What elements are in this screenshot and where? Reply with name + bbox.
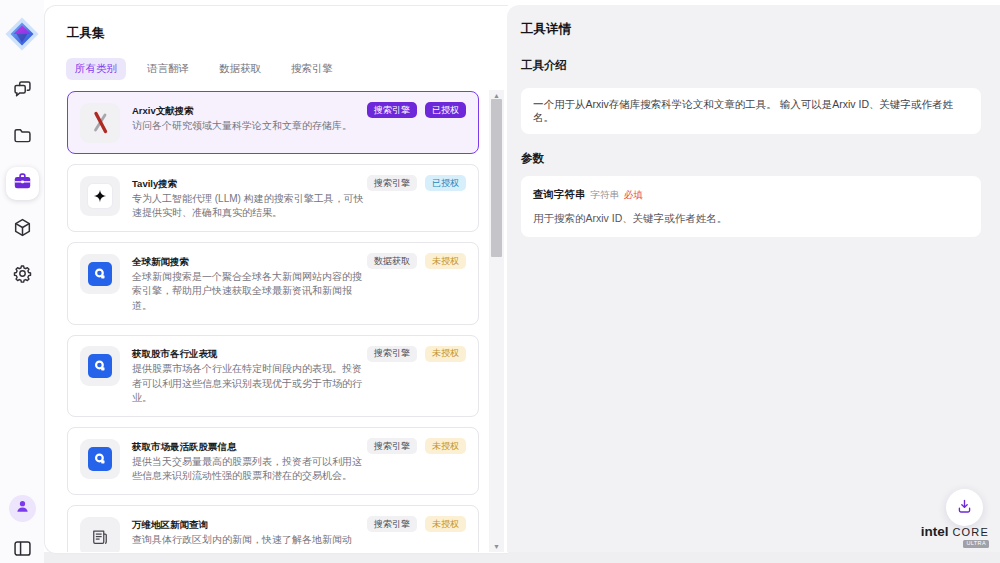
tool-name: Arxiv文献搜索: [132, 104, 370, 117]
page-title: 工具集: [67, 25, 105, 42]
cube-icon: [12, 217, 33, 242]
chat-icon: [12, 79, 33, 104]
tab-1[interactable]: 语言翻译: [138, 58, 198, 80]
intel-core-logo: intelcore ultra: [921, 522, 989, 548]
q-news-icon: [80, 346, 120, 386]
person-icon: [15, 499, 30, 518]
tool-category-badge: 搜索引擎: [367, 346, 417, 362]
tool-card[interactable]: 获取市场最活跃股票信息 提供当天交易量最高的股票列表，投资者可以利用这些信息来识…: [67, 427, 479, 495]
param-description: 用于搜索的Arxiv ID、关键字或作者姓名。: [533, 212, 969, 225]
tool-name: 获取股市各行业表现: [132, 347, 370, 360]
gear-icon: [12, 263, 33, 288]
tool-category-badge: 搜索引擎: [367, 175, 417, 191]
tool-detail-panel: 工具详情 工具介绍 一个用于从Arxiv存储库搜索科学论文和文章的工具。 输入可…: [507, 5, 1000, 552]
sidebar-item-chat[interactable]: [6, 75, 39, 108]
tools-list-panel: 工具集 所有类别语言翻译数据获取搜索引擎 Arxiv文献搜索 访问各个研究领域大…: [44, 5, 508, 554]
sparkle-icon: [80, 176, 120, 216]
tools-list: Arxiv文献搜索 访问各个研究领域大量科学论文和文章的存储库。 搜索引擎 已授…: [45, 90, 508, 552]
tool-name: 万维地区新闻查询: [132, 518, 370, 531]
sidebar-nav: [6, 75, 39, 292]
download-icon: [956, 498, 973, 518]
q-news-icon: [80, 254, 120, 294]
tool-category-badge: 数据获取: [367, 253, 417, 269]
folder-icon: [12, 125, 33, 150]
tool-name: 全球新闻搜索: [132, 255, 370, 268]
tool-name: 获取市场最活跃股票信息: [132, 440, 370, 453]
intro-heading: 工具介绍: [521, 59, 981, 72]
scrollbar-thumb[interactable]: [491, 99, 502, 257]
param-name: 查询字符串: [533, 188, 586, 201]
ultra-badge: ultra: [963, 540, 989, 549]
intel-wordmark: intel: [921, 524, 949, 539]
tool-description: 提供股票市场各个行业在特定时间段内的表现。投资者可以利用这些信息来识别表现优于或…: [132, 362, 370, 406]
tool-card[interactable]: 获取股市各行业表现 提供股票市场各个行业在特定时间段内的表现。投资者可以利用这些…: [67, 335, 479, 418]
detail-title: 工具详情: [521, 22, 981, 37]
sidebar-item-files[interactable]: [6, 121, 39, 154]
download-button[interactable]: [946, 489, 983, 526]
user-avatar[interactable]: [9, 495, 36, 522]
tool-description: 专为人工智能代理 (LLM) 构建的搜索引擎工具，可快速提供实时、准确和真实的结…: [132, 192, 370, 221]
panel-toggle-icon: [12, 538, 33, 563]
param-type: 字符串: [591, 189, 620, 202]
sidebar: [0, 0, 44, 563]
tool-card[interactable]: 万维地区新闻查询 查询具体行政区划内的新闻，快速了解各地新闻动 搜索引擎 未授权: [67, 505, 479, 552]
arxiv-x-icon: [80, 103, 120, 143]
tool-card[interactable]: Arxiv文献搜索 访问各个研究领域大量科学论文和文章的存储库。 搜索引擎 已授…: [67, 91, 479, 154]
tool-auth-badge: 已授权: [425, 175, 466, 191]
tool-description: 访问各个研究领域大量科学论文和文章的存储库。: [132, 119, 370, 134]
param-header: 查询字符串 字符串 必填: [533, 188, 969, 202]
tab-0[interactable]: 所有类别: [66, 58, 126, 80]
tool-card[interactable]: 全球新闻搜索 全球新闻搜索是一个聚合全球各大新闻网站内容的搜索引擎，帮助用户快速…: [67, 242, 479, 325]
tool-description: 查询具体行政区划内的新闻，快速了解各地新闻动: [132, 533, 370, 548]
tool-auth-badge: 已授权: [425, 102, 466, 118]
param-required-badge: 必填: [624, 189, 643, 202]
category-tabs: 所有类别语言翻译数据获取搜索引擎: [66, 58, 342, 80]
scrollbar[interactable]: ▲ ▼: [489, 90, 504, 552]
core-wordmark: core: [952, 526, 989, 538]
tool-category-badge: 搜索引擎: [367, 516, 417, 532]
sidebar-bottom: [7, 495, 37, 562]
tool-auth-badge: 未授权: [425, 438, 466, 454]
newspaper-icon: [80, 517, 120, 553]
tool-category-badge: 搜索引擎: [367, 438, 417, 454]
tool-card[interactable]: Tavily搜索 专为人工智能代理 (LLM) 构建的搜索引擎工具，可快速提供实…: [67, 164, 479, 232]
briefcase-icon: [12, 171, 33, 196]
tool-category-badge: 搜索引擎: [367, 102, 417, 118]
tab-3[interactable]: 搜索引擎: [282, 58, 342, 80]
tool-intro-text: 一个用于从Arxiv存储库搜索科学论文和文章的工具。 输入可以是Arxiv ID…: [521, 88, 981, 134]
sidebar-item-models[interactable]: [6, 213, 39, 246]
params-heading: 参数: [521, 152, 981, 165]
tool-auth-badge: 未授权: [425, 253, 466, 269]
sidebar-item-tools[interactable]: [6, 167, 39, 200]
tab-2[interactable]: 数据获取: [210, 58, 270, 80]
q-news-icon: [80, 439, 120, 479]
sidebar-collapse-button[interactable]: [7, 538, 37, 562]
tool-auth-badge: 未授权: [425, 516, 466, 532]
parameter-card: 查询字符串 字符串 必填 用于搜索的Arxiv ID、关键字或作者姓名。: [521, 176, 981, 237]
tool-auth-badge: 未授权: [425, 346, 466, 362]
tool-description: 全球新闻搜索是一个聚合全球各大新闻网站内容的搜索引擎，帮助用户快速获取全球最新资…: [132, 270, 370, 314]
sidebar-item-settings[interactable]: [6, 259, 39, 292]
app-logo-icon: [4, 16, 40, 52]
tool-name: Tavily搜索: [132, 177, 370, 190]
scroll-down-arrow[interactable]: ▼: [489, 541, 504, 552]
tool-description: 提供当天交易量最高的股票列表，投资者可以利用这些信息来识别流动性强的股票和潜在的…: [132, 455, 370, 484]
